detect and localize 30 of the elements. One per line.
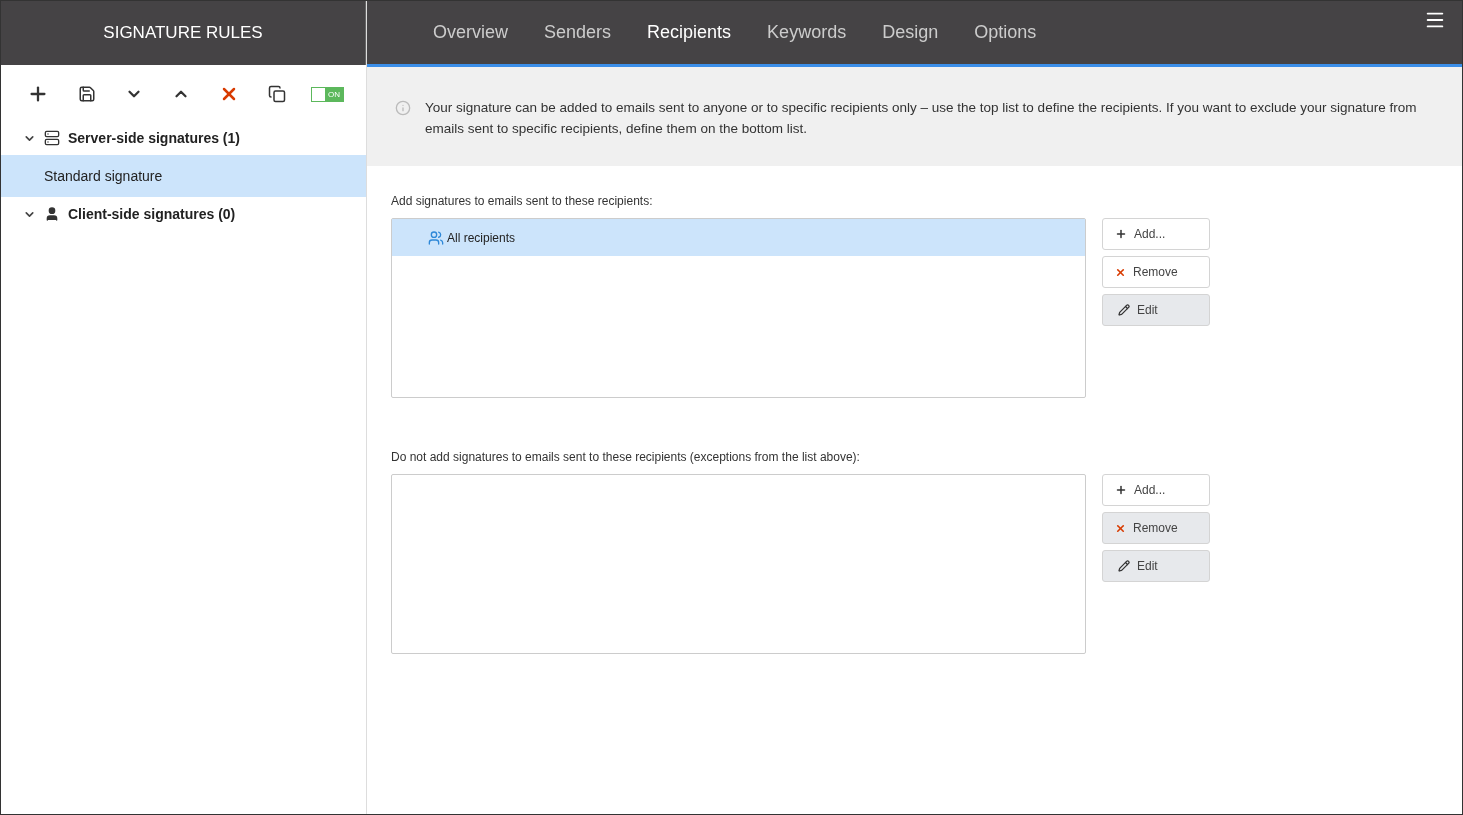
add-button[interactable]: Add... — [1102, 218, 1210, 250]
copy-icon — [268, 85, 286, 103]
server-icon — [44, 130, 60, 146]
nav-tab[interactable]: Keywords — [749, 1, 865, 64]
nav-tab[interactable]: Overview — [415, 1, 526, 64]
list-item-label: All recipients — [447, 229, 516, 247]
sidebar-title: SIGNATURE RULES — [103, 22, 263, 45]
close-icon — [1115, 522, 1126, 534]
info-text: Your signature can be added to emails sent to anyone or to specific recipients only – use the top list to define the recipients. If you want to exclude your signature from emails sent to specific recipients, define them on the bottom list. — [425, 99, 1418, 138]
people-icon — [428, 229, 444, 246]
nav-tab[interactable]: Design — [864, 1, 957, 64]
toggle-label: ON — [325, 87, 343, 101]
list-caption: Add signatures to emails sent to these recipients: — [391, 193, 654, 210]
nav-tab[interactable]: Options — [956, 1, 1055, 64]
tree-group-label[interactable]: Server-side signatures (1) — [68, 127, 240, 149]
tree-item[interactable]: Standard signature — [1, 155, 366, 197]
add-button[interactable]: Add... — [1102, 474, 1210, 506]
remove-button[interactable]: Remove — [1102, 256, 1210, 288]
person-icon — [44, 206, 60, 222]
list-item[interactable]: All recipients — [392, 219, 1085, 256]
tree-group-label[interactable]: Client-side signatures (0) — [68, 203, 236, 225]
plus-icon — [1115, 228, 1127, 240]
list-caption: Do not add signatures to emails sent to these recipients (exceptions from the list above): — [391, 449, 861, 466]
info-icon — [395, 100, 411, 116]
plus-icon — [1115, 484, 1127, 496]
nav-tab[interactable]: Senders — [526, 1, 630, 64]
close-icon — [1115, 266, 1126, 278]
pencil-icon — [1118, 560, 1130, 572]
pencil-icon — [1118, 304, 1130, 316]
save-icon — [78, 85, 96, 103]
